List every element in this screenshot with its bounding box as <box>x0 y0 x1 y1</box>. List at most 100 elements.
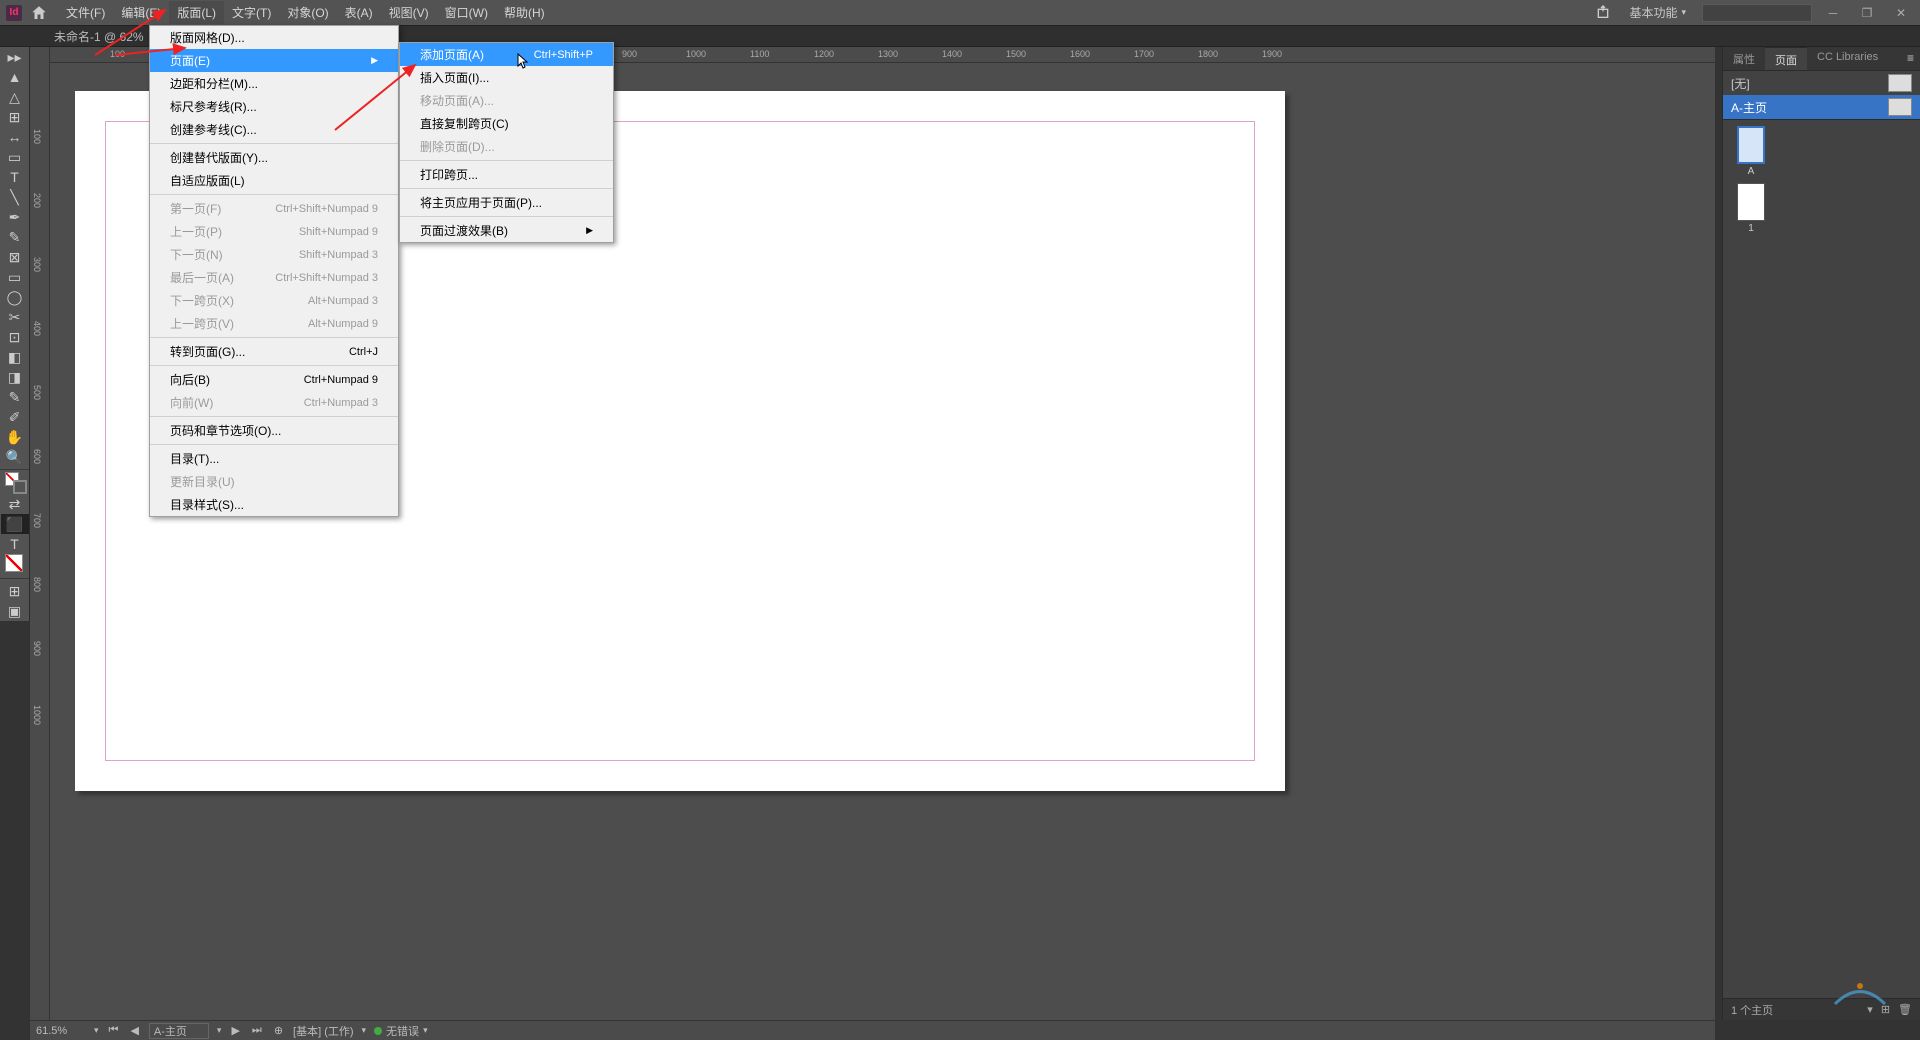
apply-none-swatch[interactable] <box>5 554 27 576</box>
menu-table[interactable]: 表(A) <box>337 1 381 24</box>
menu-item[interactable]: 上一跨页(V)Alt+Numpad 9 <box>150 312 398 335</box>
menu-item[interactable]: 下一页(N)Shift+Numpad 3 <box>150 243 398 266</box>
menu-item[interactable]: 转到页面(G)...Ctrl+J <box>150 340 398 363</box>
zoom-tool[interactable]: 🔍 <box>1 447 29 467</box>
rectangle-frame-tool[interactable]: ⊠ <box>1 247 29 267</box>
preflight-label: 无错误 <box>386 1023 419 1039</box>
screen-mode-icon[interactable]: ▣ <box>1 601 29 621</box>
open-navigator-icon[interactable]: ⊕ <box>272 1024 285 1037</box>
chevron-down-icon[interactable]: ▾ <box>362 1025 367 1036</box>
master-none-row[interactable]: [无] <box>1723 71 1920 95</box>
panel-menu-icon[interactable]: ≡ <box>1901 47 1920 70</box>
submenu-item[interactable]: 移动页面(A)... <box>400 89 613 112</box>
gap-tool[interactable]: ↔ <box>1 127 29 147</box>
submenu-item[interactable]: 插入页面(I)... <box>400 66 613 89</box>
vertical-ruler[interactable]: 100 200 300 400 500 600 700 800 900 1000 <box>30 47 50 1020</box>
workspace-switcher[interactable]: 基本功能 ▾ <box>1621 1 1694 24</box>
share-icon[interactable] <box>1595 4 1613 22</box>
last-page-button[interactable]: ⏭ <box>250 1024 264 1037</box>
swap-fill-stroke-icon[interactable]: ⇄ <box>1 494 29 514</box>
menu-item[interactable]: 页面(E)▶ <box>150 49 398 72</box>
master-none-thumb <box>1888 74 1912 92</box>
content-collector-tool[interactable]: ▭ <box>1 147 29 167</box>
page-thumb[interactable] <box>1737 126 1765 164</box>
home-icon[interactable] <box>30 4 48 22</box>
menu-item[interactable]: 创建替代版面(Y)... <box>150 146 398 169</box>
menu-item[interactable]: 最后一页(A)Ctrl+Shift+Numpad 3 <box>150 266 398 289</box>
eyedropper-tool[interactable]: ✐ <box>1 407 29 427</box>
submenu-item[interactable]: 将主页应用于页面(P)... <box>400 191 613 214</box>
tab-cc-libraries[interactable]: CC Libraries <box>1807 47 1888 70</box>
menu-view[interactable]: 视图(V) <box>381 1 437 24</box>
submenu-item[interactable]: 添加页面(A)Ctrl+Shift+P <box>400 43 613 66</box>
prev-page-button[interactable]: ◀ <box>128 1024 140 1037</box>
menu-item[interactable]: 第一页(F)Ctrl+Shift+Numpad 9 <box>150 197 398 220</box>
document-tab[interactable]: 未命名-1 @ 62% × <box>44 25 166 48</box>
menu-item[interactable]: 目录(T)... <box>150 447 398 470</box>
ruler-tick: 1000 <box>686 49 706 59</box>
submenu-item[interactable]: 打印跨页... <box>400 163 613 186</box>
page-thumb[interactable] <box>1737 183 1765 221</box>
pen-tool[interactable]: ✒ <box>1 207 29 227</box>
menu-item[interactable]: 向前(W)Ctrl+Numpad 3 <box>150 391 398 414</box>
chevron-down-icon: ▾ <box>1681 7 1686 18</box>
line-tool[interactable]: ╲ <box>1 187 29 207</box>
menu-item[interactable]: 边距和分栏(M)... <box>150 72 398 95</box>
menu-window[interactable]: 窗口(W) <box>437 1 496 24</box>
menu-item[interactable]: 页码和章节选项(O)... <box>150 419 398 442</box>
menu-item[interactable]: 目录样式(S)... <box>150 493 398 516</box>
direct-selection-tool[interactable]: △ <box>1 87 29 107</box>
page-tool[interactable]: ⊞ <box>1 107 29 127</box>
note-tool[interactable]: ✎ <box>1 387 29 407</box>
hand-tool[interactable]: ✋ <box>1 427 29 447</box>
type-tool[interactable]: T <box>1 167 29 187</box>
close-button[interactable]: ✕ <box>1888 4 1914 22</box>
page-select[interactable] <box>149 1023 209 1039</box>
minimize-button[interactable]: ─ <box>1820 4 1846 22</box>
menu-item[interactable]: 下一跨页(X)Alt+Numpad 3 <box>150 289 398 312</box>
zoom-select[interactable] <box>36 1025 86 1037</box>
next-page-button[interactable]: ▶ <box>229 1024 241 1037</box>
chevron-down-icon[interactable]: ▾ <box>94 1025 99 1036</box>
menu-item[interactable]: 自适应版面(L) <box>150 169 398 192</box>
menu-item[interactable]: 更新目录(U) <box>150 470 398 493</box>
menu-edit[interactable]: 编辑(E) <box>113 1 169 24</box>
tab-pages[interactable]: 页面 <box>1765 47 1807 70</box>
menu-layout[interactable]: 版面(L) <box>169 1 224 24</box>
collapse-icon[interactable]: ▸▸ <box>1 47 29 67</box>
search-input[interactable] <box>1702 4 1812 22</box>
tab-properties[interactable]: 属性 <box>1723 47 1765 70</box>
submenu-item[interactable]: 删除页面(D)... <box>400 135 613 158</box>
menu-item[interactable]: 版面网格(D)... <box>150 26 398 49</box>
menubar: Id 文件(F) 编辑(E) 版面(L) 文字(T) 对象(O) 表(A) 视图… <box>0 0 1920 25</box>
restore-button[interactable]: ❐ <box>1854 4 1880 22</box>
menu-type[interactable]: 文字(T) <box>224 1 279 24</box>
formatting-text-icon[interactable]: T <box>1 534 29 554</box>
fill-stroke-swatch[interactable] <box>5 472 27 494</box>
menu-file[interactable]: 文件(F) <box>58 1 113 24</box>
free-transform-tool[interactable]: ⊡ <box>1 327 29 347</box>
submenu-item[interactable]: 直接复制跨页(C) <box>400 112 613 135</box>
menu-item[interactable]: 向后(B)Ctrl+Numpad 9 <box>150 368 398 391</box>
ellipse-tool[interactable]: ◯ <box>1 287 29 307</box>
menu-object[interactable]: 对象(O) <box>279 1 336 24</box>
master-a-row[interactable]: A-主页 <box>1723 95 1920 119</box>
gradient-feather-tool[interactable]: ◨ <box>1 367 29 387</box>
ruler-tick: 1700 <box>1134 49 1154 59</box>
rectangle-tool[interactable]: ▭ <box>1 267 29 287</box>
selection-tool[interactable]: ▲ <box>1 67 29 87</box>
scissors-tool[interactable]: ✂ <box>1 307 29 327</box>
submenu-item[interactable]: 页面过渡效果(B)▶ <box>400 219 613 242</box>
preflight-status[interactable]: 无错误 ▾ <box>374 1023 428 1039</box>
delete-page-icon[interactable]: 🗑 <box>1898 1003 1912 1016</box>
formatting-container-icon[interactable]: ⬛ <box>1 514 29 534</box>
pencil-tool[interactable]: ✎ <box>1 227 29 247</box>
first-page-button[interactable]: ⏮ <box>107 1024 121 1037</box>
menu-item[interactable]: 上一页(P)Shift+Numpad 9 <box>150 220 398 243</box>
chevron-down-icon[interactable]: ▾ <box>217 1025 222 1036</box>
view-mode-icon[interactable]: ⊞ <box>1 581 29 601</box>
gradient-swatch-tool[interactable]: ◧ <box>1 347 29 367</box>
menu-item[interactable]: 标尺参考线(R)... <box>150 95 398 118</box>
menu-help[interactable]: 帮助(H) <box>496 1 553 24</box>
menu-item[interactable]: 创建参考线(C)... <box>150 118 398 141</box>
